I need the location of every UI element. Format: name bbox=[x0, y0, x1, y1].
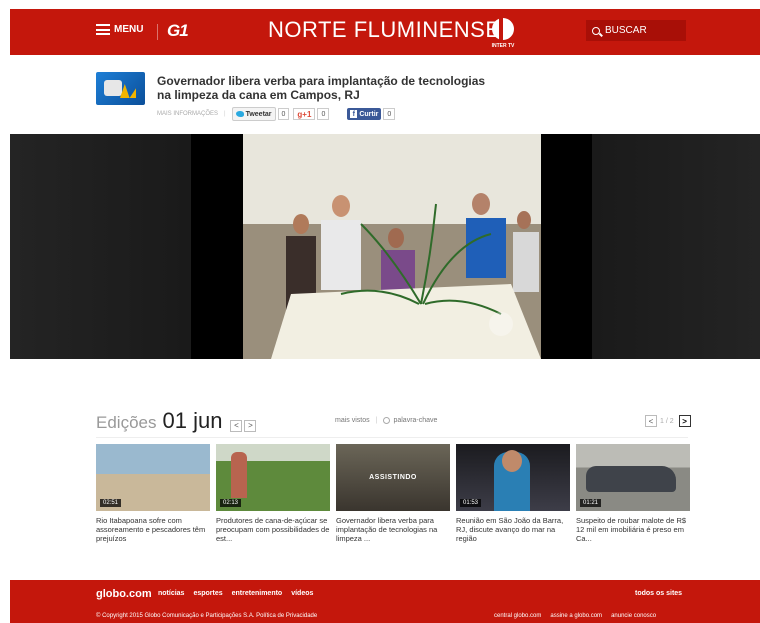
facebook-icon: f bbox=[350, 110, 358, 118]
footer: globo.com notícias esportes entretenimen… bbox=[10, 580, 760, 623]
video-caption: Reunião em São João da Barra, RJ, discut… bbox=[456, 516, 564, 543]
now-playing-badge: ASSISTINDO bbox=[369, 474, 417, 481]
filter-links: mais vistos | palavra-chave bbox=[335, 417, 438, 424]
all-sites-link[interactable]: todos os sites bbox=[635, 590, 682, 597]
prev-date-button[interactable]: < bbox=[230, 419, 243, 432]
video-thumbnail[interactable]: 01:21 Suspeito de roubar malote de R$ 12… bbox=[576, 444, 690, 543]
video-player-area bbox=[10, 134, 760, 359]
keyword-link[interactable]: palavra-chave bbox=[393, 417, 437, 424]
twitter-icon bbox=[235, 111, 244, 117]
most-viewed-link[interactable]: mais vistos bbox=[335, 417, 370, 424]
footer-link-videos[interactable]: vídeos bbox=[291, 590, 313, 597]
footer-link-noticias[interactable]: notícias bbox=[158, 590, 184, 597]
g1-logo[interactable]: G1 bbox=[167, 21, 189, 41]
inter-tv-logo: INTER TV bbox=[492, 18, 515, 49]
nav-divider bbox=[157, 24, 158, 40]
footer-secondary-links: central globo.com assine a globo.com anu… bbox=[494, 613, 656, 619]
edition-date: 01 jun bbox=[162, 408, 223, 433]
facebook-count: 0 bbox=[383, 108, 396, 120]
carousel-next-button[interactable]: > bbox=[678, 415, 691, 427]
video-thumbnail[interactable]: 01:53 Reunião em São João da Barra, RJ, … bbox=[456, 444, 570, 543]
article-headline: Governador libera verba para implantação… bbox=[157, 74, 486, 102]
video-player[interactable] bbox=[191, 134, 592, 359]
search-input[interactable]: BUSCAR bbox=[586, 20, 686, 41]
advertise-link[interactable]: anuncie conosco bbox=[611, 613, 656, 619]
video-caption: Rio Itabapoana sofre com assoreamento e … bbox=[96, 516, 206, 543]
menu-button[interactable]: MENU bbox=[96, 24, 143, 35]
facebook-like-button[interactable]: f Curtir bbox=[347, 108, 382, 120]
editions-header: Edições 01 jun < > bbox=[96, 408, 257, 434]
video-caption: Governador libera verba para implantação… bbox=[336, 516, 438, 543]
top-navigation-bar: MENU G1 NORTE FLUMINENSE INTER TV BUSCAR bbox=[10, 9, 760, 55]
search-icon bbox=[383, 417, 391, 424]
show-logo[interactable] bbox=[96, 72, 145, 105]
subscribe-link[interactable]: assine a globo.com bbox=[550, 613, 602, 619]
video-thumbnail[interactable]: 02:13 Produtores de cana-de-açúcar se pr… bbox=[216, 444, 330, 543]
next-date-button[interactable]: > bbox=[244, 419, 257, 432]
duration-badge: 02:13 bbox=[220, 499, 242, 507]
more-info-link[interactable]: MAIS INFORMAÇÕES bbox=[157, 111, 218, 117]
video-thumbnail[interactable]: 02:51 Rio Itabapoana sofre com assoreame… bbox=[96, 444, 210, 543]
site-title[interactable]: NORTE FLUMINENSE bbox=[268, 17, 501, 43]
tweet-count: 0 bbox=[277, 108, 290, 120]
menu-label: MENU bbox=[114, 24, 144, 35]
carousel-prev-button[interactable]: < bbox=[645, 415, 657, 427]
gplus-count: 0 bbox=[317, 108, 330, 120]
search-icon bbox=[592, 26, 600, 35]
search-label: BUSCAR bbox=[605, 25, 647, 36]
video-caption: Produtores de cana-de-açúcar se preocupa… bbox=[216, 516, 330, 543]
tweet-button[interactable]: Tweetar bbox=[231, 107, 276, 121]
footer-link-entretenimento[interactable]: entretenimento bbox=[232, 590, 283, 597]
copyright-text: © Copyright 2015 Globo Comunicação e Par… bbox=[96, 613, 318, 619]
hamburger-icon bbox=[96, 24, 110, 35]
editions-label: Edições bbox=[96, 413, 157, 432]
video-thumbnail[interactable]: ASSISTINDO Governador libera verba para … bbox=[336, 444, 450, 543]
inter-tv-label: INTER TV bbox=[492, 43, 515, 49]
gplus-button[interactable]: g+1 bbox=[293, 108, 316, 120]
footer-nav: notícias esportes entretenimento vídeos bbox=[158, 590, 313, 597]
duration-badge: 01:53 bbox=[460, 499, 482, 507]
duration-badge: 01:21 bbox=[580, 499, 602, 507]
footer-link-esportes[interactable]: esportes bbox=[193, 590, 222, 597]
share-bar: MAIS INFORMAÇÕES | Tweetar 0 g+1 0 f Curt… bbox=[157, 107, 396, 121]
carousel-pager: < 1 / 2 > bbox=[643, 415, 691, 427]
video-caption: Suspeito de roubar malote de R$ 12 mil e… bbox=[576, 516, 687, 543]
video-carousel: 02:51 Rio Itabapoana sofre com assoreame… bbox=[96, 444, 690, 543]
central-link[interactable]: central globo.com bbox=[494, 613, 541, 619]
globo-logo[interactable]: globo.com bbox=[96, 588, 152, 600]
duration-badge: 02:51 bbox=[100, 499, 122, 507]
page-indicator: 1 / 2 bbox=[660, 417, 674, 425]
